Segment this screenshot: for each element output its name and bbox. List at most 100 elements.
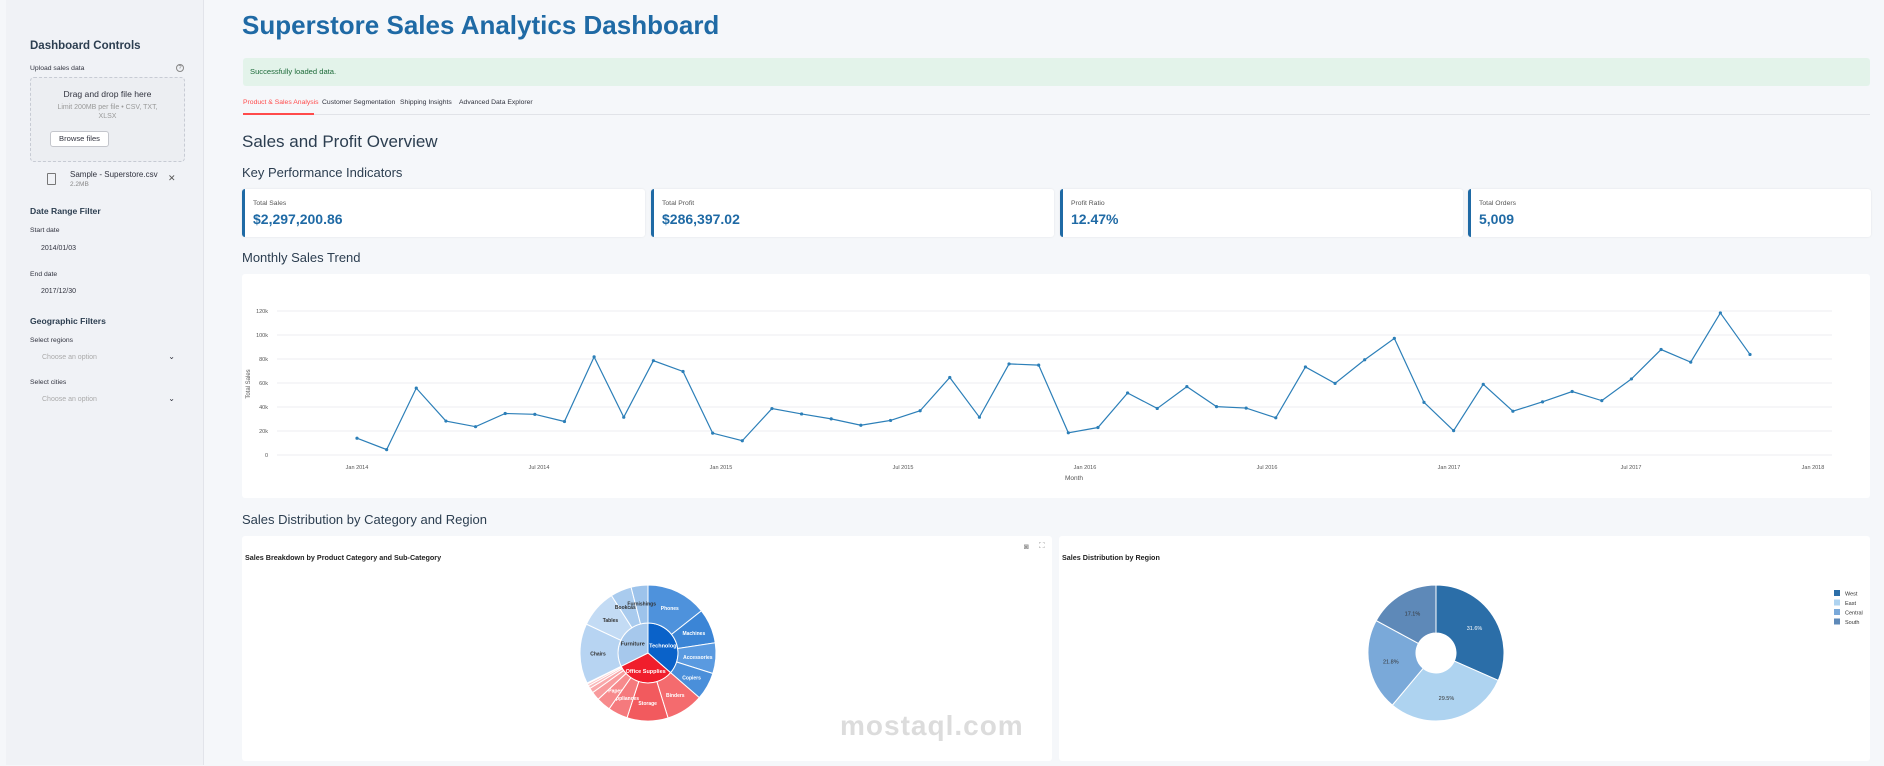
trend-title: Monthly Sales Trend	[242, 250, 361, 265]
cities-select[interactable]: Choose an option ⌄	[30, 391, 185, 408]
kpi-title: Key Performance Indicators	[242, 165, 403, 180]
uploaded-file-name: Sample - Superstore.csv	[70, 170, 158, 179]
cities-label: Select cities	[30, 379, 67, 386]
y-tick-label: 80k	[259, 357, 268, 363]
tab-customer-segmentation[interactable]: Customer Segmentation	[322, 99, 395, 106]
legend-swatch	[1834, 609, 1840, 615]
sunburst-subcategory-label: Machines	[682, 631, 705, 637]
x-tick-label: Jul 2016	[1257, 465, 1278, 471]
camera-icon[interactable]: ◙	[1024, 542, 1029, 551]
kpi-card-profit: Total Profit $286,397.02	[651, 189, 1054, 237]
kpi-value: 12.47%	[1071, 211, 1119, 227]
x-tick-label: Jan 2016	[1074, 465, 1097, 471]
y-tick-label: 40k	[259, 405, 268, 411]
data-point	[1422, 400, 1426, 404]
data-point	[1748, 352, 1752, 357]
tab-product-sales[interactable]: Product & Sales Analysis	[243, 99, 319, 106]
kpi-label: Profit Ratio	[1071, 200, 1105, 207]
x-tick-label: Jan 2015	[710, 465, 733, 471]
data-point	[1629, 377, 1634, 381]
regions-select[interactable]: Choose an option ⌄	[30, 349, 185, 366]
data-point	[1037, 363, 1041, 367]
sunburst-subcategory-label: Paper	[608, 689, 622, 695]
data-point	[888, 418, 893, 423]
kpi-label: Total Orders	[1479, 200, 1517, 207]
browse-files-button[interactable]: Browse files	[50, 131, 109, 147]
x-tick-label: Jan 2017	[1438, 465, 1461, 471]
data-point	[1333, 381, 1337, 385]
data-point	[592, 355, 596, 359]
page-title: Superstore Sales Analytics Dashboard	[242, 10, 720, 40]
expand-icon[interactable]: ⛶	[1039, 541, 1045, 551]
y-tick-label: 100k	[256, 333, 268, 339]
sunburst-subcategory-label: Accessories	[683, 655, 713, 661]
end-date-input[interactable]: 2017/12/30	[30, 283, 185, 300]
kpi-value: $286,397.02	[662, 211, 740, 227]
data-point	[473, 425, 478, 429]
legend-label: East	[1845, 601, 1856, 607]
region-slice-label: 29.5%	[1439, 696, 1455, 702]
sunburst-category-label: Office Supplies	[626, 669, 666, 675]
legend-swatch	[1834, 599, 1840, 606]
y-tick-label: 20k	[259, 429, 268, 435]
region-pie-title: Sales Distribution by Region	[1062, 553, 1160, 562]
dropzone-title: Drag and drop file here	[63, 89, 152, 99]
kpi-card-orders: Total Orders 5,009	[1468, 189, 1871, 237]
start-date-input[interactable]: 2014/01/03	[30, 240, 185, 257]
x-tick-label: Jul 2014	[529, 465, 550, 471]
sunburst-category-label: Furniture	[621, 642, 645, 648]
data-point	[1363, 358, 1367, 362]
data-point	[355, 436, 359, 440]
data-point	[1570, 389, 1574, 394]
legend-label: Central	[1845, 611, 1863, 617]
regions-placeholder: Choose an option	[42, 354, 97, 361]
active-tab-indicator	[243, 113, 314, 115]
tab-shipping-insights[interactable]: Shipping Insights	[400, 99, 452, 106]
tab-bar: Product & Sales Analysis Customer Segmen…	[243, 99, 1870, 115]
kpi-value: 5,009	[1479, 211, 1515, 227]
y-tick-label: 0	[265, 453, 268, 459]
sidebar: Dashboard Controls Upload sales data ? D…	[6, 0, 204, 765]
region-slice-label: 21.8%	[1383, 660, 1399, 666]
data-point	[1066, 431, 1070, 435]
x-tick-label: Jan 2018	[1802, 465, 1825, 471]
start-date-label: Start date	[30, 227, 60, 234]
region-slice-label: 31.6%	[1467, 626, 1483, 632]
upload-label: Upload sales data	[30, 65, 85, 72]
sunburst-title: Sales Breakdown by Product Category and …	[245, 553, 441, 562]
data-point	[651, 359, 655, 363]
x-axis-label: Month	[1065, 475, 1083, 482]
data-point	[948, 375, 952, 380]
data-point	[1155, 406, 1159, 411]
remove-file-icon[interactable]: ✕	[168, 173, 176, 184]
chevron-down-icon: ⌄	[168, 352, 175, 361]
sunburst-category-label: Technology	[649, 644, 680, 650]
y-tick-label: 60k	[259, 381, 268, 387]
geo-filter-title: Geographic Filters	[30, 316, 106, 326]
data-point	[1214, 405, 1219, 409]
kpi-label: Total Sales	[253, 200, 287, 207]
chevron-down-icon: ⌄	[168, 394, 175, 403]
kpi-card-profit-ratio: Profit Ratio 12.47%	[1060, 189, 1463, 237]
success-alert: Successfully loaded data.	[243, 58, 1870, 86]
legend-label: South	[1845, 620, 1859, 626]
kpi-label: Total Profit	[662, 200, 695, 207]
sunburst-subcategory-label: Copiers	[682, 675, 701, 681]
tab-advanced-explorer[interactable]: Advanced Data Explorer	[459, 99, 533, 106]
data-point	[859, 423, 863, 427]
monthly-sales-chart: 0 20k 40k 60k 80k 100k 120k Jan 2014 Jul 2014 Jan…	[246, 309, 1832, 482]
sales-series-line	[356, 311, 1751, 451]
data-point	[1718, 311, 1722, 315]
file-dropzone[interactable]: Drag and drop file here Limit 200MB per …	[30, 77, 185, 162]
data-point	[918, 409, 922, 413]
data-point	[740, 439, 744, 443]
data-point	[622, 415, 626, 419]
data-point	[503, 411, 507, 416]
x-tick-label: Jul 2017	[1621, 465, 1642, 471]
sunburst-subcategory-label: Storage	[638, 701, 657, 707]
region-slice	[1435, 584, 1505, 682]
help-icon[interactable]: ?	[176, 64, 184, 72]
data-point	[829, 417, 833, 421]
region-pie-card: Sales Distribution by Region 31.6% 29.5% 21…	[1059, 536, 1870, 761]
distribution-title: Sales Distribution by Category and Regio…	[242, 512, 487, 527]
